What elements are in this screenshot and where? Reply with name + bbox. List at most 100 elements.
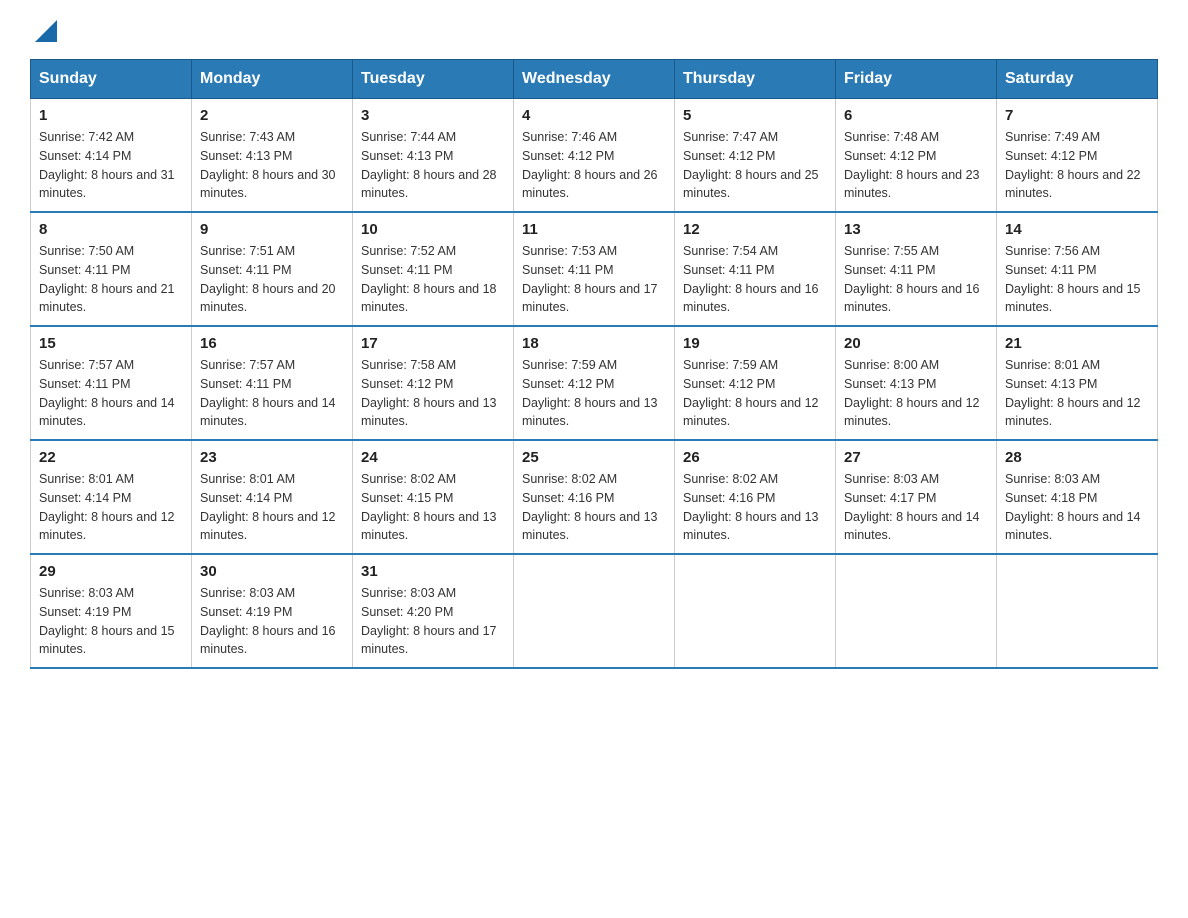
day-header-sunday: Sunday xyxy=(31,60,192,99)
day-number: 1 xyxy=(39,107,183,124)
day-header-wednesday: Wednesday xyxy=(514,60,675,99)
logo xyxy=(30,20,57,39)
day-number: 29 xyxy=(39,563,183,580)
day-info: Sunrise: 8:02 AMSunset: 4:16 PMDaylight:… xyxy=(683,470,827,545)
day-number: 10 xyxy=(361,221,505,238)
day-info: Sunrise: 7:48 AMSunset: 4:12 PMDaylight:… xyxy=(844,128,988,203)
day-number: 24 xyxy=(361,449,505,466)
day-info: Sunrise: 7:59 AMSunset: 4:12 PMDaylight:… xyxy=(683,356,827,431)
day-number: 18 xyxy=(522,335,666,352)
calendar-week-row: 15 Sunrise: 7:57 AMSunset: 4:11 PMDaylig… xyxy=(31,326,1158,440)
calendar-day-cell xyxy=(997,554,1158,668)
day-header-monday: Monday xyxy=(192,60,353,99)
day-info: Sunrise: 8:01 AMSunset: 4:14 PMDaylight:… xyxy=(200,470,344,545)
calendar-day-cell: 22 Sunrise: 8:01 AMSunset: 4:14 PMDaylig… xyxy=(31,440,192,554)
day-info: Sunrise: 7:58 AMSunset: 4:12 PMDaylight:… xyxy=(361,356,505,431)
calendar-table: SundayMondayTuesdayWednesdayThursdayFrid… xyxy=(30,59,1158,669)
day-number: 7 xyxy=(1005,107,1149,124)
day-info: Sunrise: 7:47 AMSunset: 4:12 PMDaylight:… xyxy=(683,128,827,203)
day-info: Sunrise: 8:03 AMSunset: 4:19 PMDaylight:… xyxy=(39,584,183,659)
calendar-week-row: 8 Sunrise: 7:50 AMSunset: 4:11 PMDayligh… xyxy=(31,212,1158,326)
day-info: Sunrise: 7:49 AMSunset: 4:12 PMDaylight:… xyxy=(1005,128,1149,203)
day-info: Sunrise: 7:43 AMSunset: 4:13 PMDaylight:… xyxy=(200,128,344,203)
day-info: Sunrise: 8:03 AMSunset: 4:17 PMDaylight:… xyxy=(844,470,988,545)
calendar-day-cell: 20 Sunrise: 8:00 AMSunset: 4:13 PMDaylig… xyxy=(836,326,997,440)
day-number: 23 xyxy=(200,449,344,466)
day-number: 6 xyxy=(844,107,988,124)
calendar-day-cell: 7 Sunrise: 7:49 AMSunset: 4:12 PMDayligh… xyxy=(997,99,1158,213)
calendar-day-cell xyxy=(675,554,836,668)
day-number: 20 xyxy=(844,335,988,352)
calendar-day-cell: 27 Sunrise: 8:03 AMSunset: 4:17 PMDaylig… xyxy=(836,440,997,554)
day-info: Sunrise: 7:44 AMSunset: 4:13 PMDaylight:… xyxy=(361,128,505,203)
day-info: Sunrise: 7:57 AMSunset: 4:11 PMDaylight:… xyxy=(39,356,183,431)
day-number: 26 xyxy=(683,449,827,466)
day-number: 8 xyxy=(39,221,183,238)
day-info: Sunrise: 7:55 AMSunset: 4:11 PMDaylight:… xyxy=(844,242,988,317)
day-header-saturday: Saturday xyxy=(997,60,1158,99)
day-header-tuesday: Tuesday xyxy=(353,60,514,99)
day-number: 16 xyxy=(200,335,344,352)
day-header-friday: Friday xyxy=(836,60,997,99)
calendar-day-cell: 28 Sunrise: 8:03 AMSunset: 4:18 PMDaylig… xyxy=(997,440,1158,554)
day-header-thursday: Thursday xyxy=(675,60,836,99)
calendar-day-cell: 14 Sunrise: 7:56 AMSunset: 4:11 PMDaylig… xyxy=(997,212,1158,326)
calendar-day-cell: 6 Sunrise: 7:48 AMSunset: 4:12 PMDayligh… xyxy=(836,99,997,213)
day-number: 4 xyxy=(522,107,666,124)
calendar-day-cell: 4 Sunrise: 7:46 AMSunset: 4:12 PMDayligh… xyxy=(514,99,675,213)
calendar-day-cell: 5 Sunrise: 7:47 AMSunset: 4:12 PMDayligh… xyxy=(675,99,836,213)
calendar-day-cell: 31 Sunrise: 8:03 AMSunset: 4:20 PMDaylig… xyxy=(353,554,514,668)
calendar-day-cell: 29 Sunrise: 8:03 AMSunset: 4:19 PMDaylig… xyxy=(31,554,192,668)
day-info: Sunrise: 8:01 AMSunset: 4:14 PMDaylight:… xyxy=(39,470,183,545)
day-number: 3 xyxy=(361,107,505,124)
day-info: Sunrise: 7:46 AMSunset: 4:12 PMDaylight:… xyxy=(522,128,666,203)
calendar-day-cell: 30 Sunrise: 8:03 AMSunset: 4:19 PMDaylig… xyxy=(192,554,353,668)
day-info: Sunrise: 7:50 AMSunset: 4:11 PMDaylight:… xyxy=(39,242,183,317)
day-number: 12 xyxy=(683,221,827,238)
calendar-day-cell: 17 Sunrise: 7:58 AMSunset: 4:12 PMDaylig… xyxy=(353,326,514,440)
calendar-day-cell: 8 Sunrise: 7:50 AMSunset: 4:11 PMDayligh… xyxy=(31,212,192,326)
calendar-day-cell xyxy=(514,554,675,668)
calendar-day-cell: 23 Sunrise: 8:01 AMSunset: 4:14 PMDaylig… xyxy=(192,440,353,554)
day-number: 22 xyxy=(39,449,183,466)
calendar-day-cell: 13 Sunrise: 7:55 AMSunset: 4:11 PMDaylig… xyxy=(836,212,997,326)
calendar-day-cell xyxy=(836,554,997,668)
day-number: 31 xyxy=(361,563,505,580)
day-number: 25 xyxy=(522,449,666,466)
day-info: Sunrise: 7:42 AMSunset: 4:14 PMDaylight:… xyxy=(39,128,183,203)
day-number: 11 xyxy=(522,221,666,238)
calendar-week-row: 22 Sunrise: 8:01 AMSunset: 4:14 PMDaylig… xyxy=(31,440,1158,554)
day-number: 30 xyxy=(200,563,344,580)
calendar-day-cell: 16 Sunrise: 7:57 AMSunset: 4:11 PMDaylig… xyxy=(192,326,353,440)
calendar-day-cell: 26 Sunrise: 8:02 AMSunset: 4:16 PMDaylig… xyxy=(675,440,836,554)
day-number: 27 xyxy=(844,449,988,466)
day-number: 13 xyxy=(844,221,988,238)
calendar-day-cell: 18 Sunrise: 7:59 AMSunset: 4:12 PMDaylig… xyxy=(514,326,675,440)
day-info: Sunrise: 7:54 AMSunset: 4:11 PMDaylight:… xyxy=(683,242,827,317)
day-info: Sunrise: 8:03 AMSunset: 4:18 PMDaylight:… xyxy=(1005,470,1149,545)
day-number: 14 xyxy=(1005,221,1149,238)
day-number: 9 xyxy=(200,221,344,238)
day-info: Sunrise: 7:53 AMSunset: 4:11 PMDaylight:… xyxy=(522,242,666,317)
day-info: Sunrise: 7:59 AMSunset: 4:12 PMDaylight:… xyxy=(522,356,666,431)
calendar-day-cell: 11 Sunrise: 7:53 AMSunset: 4:11 PMDaylig… xyxy=(514,212,675,326)
calendar-day-cell: 9 Sunrise: 7:51 AMSunset: 4:11 PMDayligh… xyxy=(192,212,353,326)
calendar-week-row: 1 Sunrise: 7:42 AMSunset: 4:14 PMDayligh… xyxy=(31,99,1158,213)
calendar-day-cell: 1 Sunrise: 7:42 AMSunset: 4:14 PMDayligh… xyxy=(31,99,192,213)
day-number: 15 xyxy=(39,335,183,352)
logo-triangle-icon xyxy=(35,20,57,42)
day-info: Sunrise: 8:02 AMSunset: 4:16 PMDaylight:… xyxy=(522,470,666,545)
calendar-day-cell: 12 Sunrise: 7:54 AMSunset: 4:11 PMDaylig… xyxy=(675,212,836,326)
calendar-day-cell: 25 Sunrise: 8:02 AMSunset: 4:16 PMDaylig… xyxy=(514,440,675,554)
day-info: Sunrise: 7:52 AMSunset: 4:11 PMDaylight:… xyxy=(361,242,505,317)
calendar-day-cell: 2 Sunrise: 7:43 AMSunset: 4:13 PMDayligh… xyxy=(192,99,353,213)
day-info: Sunrise: 8:03 AMSunset: 4:19 PMDaylight:… xyxy=(200,584,344,659)
day-number: 17 xyxy=(361,335,505,352)
day-info: Sunrise: 8:01 AMSunset: 4:13 PMDaylight:… xyxy=(1005,356,1149,431)
day-info: Sunrise: 8:02 AMSunset: 4:15 PMDaylight:… xyxy=(361,470,505,545)
day-info: Sunrise: 7:51 AMSunset: 4:11 PMDaylight:… xyxy=(200,242,344,317)
day-info: Sunrise: 8:03 AMSunset: 4:20 PMDaylight:… xyxy=(361,584,505,659)
day-number: 5 xyxy=(683,107,827,124)
calendar-day-cell: 21 Sunrise: 8:01 AMSunset: 4:13 PMDaylig… xyxy=(997,326,1158,440)
calendar-day-cell: 10 Sunrise: 7:52 AMSunset: 4:11 PMDaylig… xyxy=(353,212,514,326)
